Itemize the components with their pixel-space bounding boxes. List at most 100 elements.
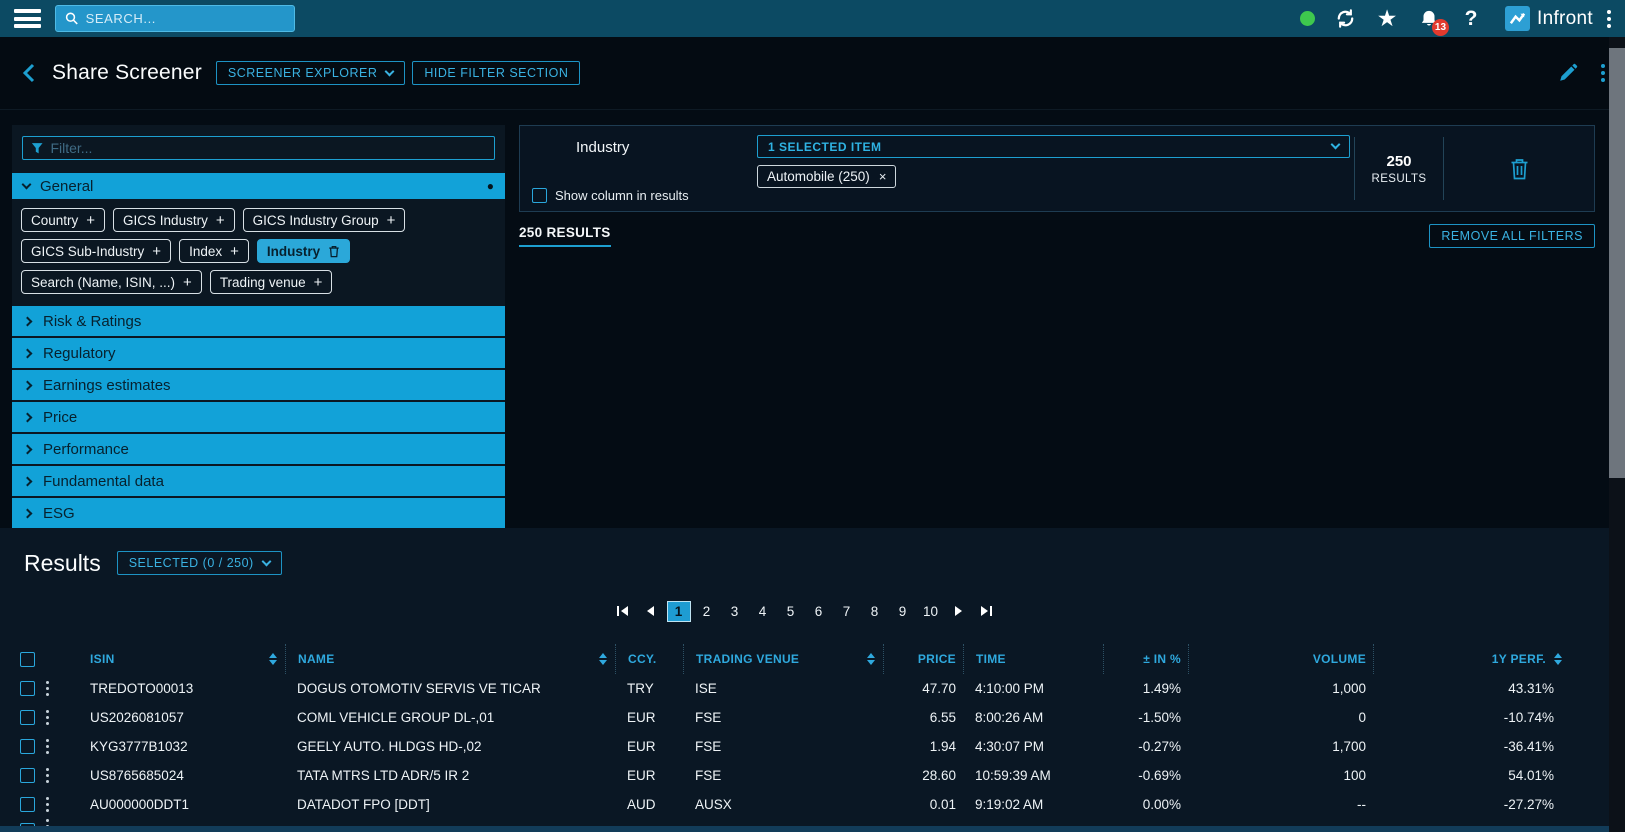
chip-trading-venue[interactable]: Trading venue+ — [210, 270, 333, 294]
accordion-esg[interactable]: ESG — [12, 498, 505, 528]
show-column-checkbox[interactable] — [532, 188, 547, 203]
filter-section: General ● Country+ GICS Industry+ GICS I… — [0, 110, 1609, 528]
column-header-name[interactable]: NAME — [285, 644, 615, 674]
favorites-star-icon[interactable]: ★ — [1373, 5, 1401, 33]
add-icon: + — [183, 275, 192, 290]
select-all-checkbox[interactable] — [20, 652, 35, 667]
row-menu-icon[interactable] — [46, 797, 49, 812]
column-header-volume[interactable]: VOLUME — [1188, 644, 1373, 674]
add-icon: + — [314, 275, 323, 290]
filter-name-label: Industry — [532, 135, 757, 188]
page-title-bar: Share Screener SCREENER EXPLORER HIDE FI… — [0, 37, 1625, 110]
hide-filter-section-button[interactable]: HIDE FILTER SECTION — [412, 61, 580, 85]
column-header-change[interactable]: ± IN % — [1103, 644, 1188, 674]
sort-icon — [269, 653, 277, 665]
table-row[interactable]: US2026081057 COML VEHICLE GROUP DL-,01 E… — [12, 703, 1609, 732]
last-page-button[interactable] — [975, 601, 999, 622]
chevron-right-icon — [23, 316, 33, 326]
column-header-trading-venue[interactable]: TRADING VENUE — [683, 644, 883, 674]
industry-filter-card: Industry 1 SELECTED ITEM Automobile (250… — [519, 125, 1595, 212]
selected-value-chip[interactable]: Automobile (250) × — [757, 165, 896, 188]
table-row[interactable]: KYG3777B1032 GEELY AUTO. HLDGS HD-,02 EU… — [12, 732, 1609, 761]
chip-gics-sub-industry[interactable]: GICS Sub-Industry+ — [21, 239, 171, 263]
help-icon[interactable]: ? — [1457, 5, 1485, 33]
edit-pencil-icon[interactable] — [1557, 62, 1579, 84]
accordion-risk-ratings[interactable]: Risk & Ratings — [12, 306, 505, 336]
chip-search-name-isin[interactable]: Search (Name, ISIN, ...)+ — [21, 270, 202, 294]
horizontal-scrollbar[interactable] — [0, 826, 1609, 832]
category-filter-input[interactable] — [50, 140, 486, 156]
results-count-link[interactable]: 250 RESULTS — [519, 225, 611, 247]
table-row[interactable]: TREDOTO00013 DOGUS OTOMOTIV SERVIS VE TI… — [12, 674, 1609, 703]
row-checkbox[interactable] — [20, 710, 35, 725]
menu-icon[interactable] — [14, 9, 41, 28]
next-page-button[interactable] — [947, 601, 971, 622]
column-header-isin[interactable]: ISIN — [70, 644, 285, 674]
accordion-fundamental-data[interactable]: Fundamental data — [12, 466, 505, 496]
remove-all-filters-button[interactable]: REMOVE ALL FILTERS — [1429, 224, 1595, 248]
page-button-10[interactable]: 10 — [919, 601, 943, 622]
page-button-3[interactable]: 3 — [723, 601, 747, 622]
search-input[interactable] — [86, 11, 285, 26]
first-page-button[interactable] — [611, 601, 635, 622]
row-menu-icon[interactable] — [46, 710, 49, 725]
filter-categories-panel: General ● Country+ GICS Industry+ GICS I… — [12, 125, 505, 515]
remove-chip-icon[interactable]: × — [879, 169, 887, 184]
accordion-regulatory[interactable]: Regulatory — [12, 338, 505, 368]
accordion-performance[interactable]: Performance — [12, 434, 505, 464]
sort-icon — [599, 653, 607, 665]
back-icon[interactable] — [20, 62, 38, 84]
notifications-bell-icon[interactable]: 13 — [1415, 5, 1443, 33]
row-checkbox[interactable] — [20, 739, 35, 754]
vertical-scrollbar-track[interactable] — [1609, 37, 1625, 832]
delete-filter-button[interactable] — [1444, 126, 1594, 211]
row-checkbox[interactable] — [20, 768, 35, 783]
row-menu-icon[interactable] — [46, 768, 49, 783]
column-header-1y-perf[interactable]: 1Y PERF. — [1373, 644, 1609, 674]
trash-icon[interactable] — [328, 245, 340, 258]
page-button-9[interactable]: 9 — [891, 601, 915, 622]
page-button-7[interactable]: 7 — [835, 601, 859, 622]
page-overflow-menu-icon[interactable] — [1601, 64, 1605, 82]
first-page-icon — [621, 606, 628, 616]
chip-index[interactable]: Index+ — [179, 239, 249, 263]
next-page-icon — [955, 606, 962, 616]
row-menu-icon[interactable] — [46, 681, 49, 696]
row-checkbox[interactable] — [20, 681, 35, 696]
global-search[interactable] — [55, 5, 295, 32]
topbar-overflow-menu-icon[interactable] — [1607, 10, 1611, 28]
pagination: 1 2 3 4 5 6 7 8 9 10 — [0, 600, 1609, 622]
chip-industry-selected[interactable]: Industry — [257, 239, 350, 263]
selected-rows-dropdown[interactable]: SELECTED (0 / 250) — [117, 551, 282, 575]
accordion-price[interactable]: Price — [12, 402, 505, 432]
table-row[interactable]: US8765685024 TATA MTRS LTD ADR/5 IR 2 EU… — [12, 761, 1609, 790]
page-button-1[interactable]: 1 — [667, 601, 691, 622]
chip-gics-industry[interactable]: GICS Industry+ — [113, 208, 235, 232]
page-button-6[interactable]: 6 — [807, 601, 831, 622]
screener-explorer-button[interactable]: SCREENER EXPLORER — [216, 61, 406, 85]
column-header-price[interactable]: PRICE — [883, 644, 963, 674]
row-checkbox[interactable] — [20, 797, 35, 812]
accordion-earnings-estimates[interactable]: Earnings estimates — [12, 370, 505, 400]
filter-result-count: 250 RESULTS — [1354, 137, 1444, 200]
page-button-8[interactable]: 8 — [863, 601, 887, 622]
page-button-4[interactable]: 4 — [751, 601, 775, 622]
category-filter-field[interactable] — [22, 136, 495, 160]
row-menu-icon[interactable] — [46, 739, 49, 754]
prev-page-button[interactable] — [639, 601, 663, 622]
page-title: Share Screener — [52, 61, 202, 85]
chip-country[interactable]: Country+ — [21, 208, 105, 232]
industry-select-dropdown[interactable]: 1 SELECTED ITEM — [757, 135, 1350, 158]
chevron-right-icon — [23, 412, 33, 422]
chip-gics-industry-group[interactable]: GICS Industry Group+ — [243, 208, 406, 232]
refresh-icon[interactable] — [1331, 5, 1359, 33]
column-header-time[interactable]: TIME — [963, 644, 1103, 674]
accordion-general[interactable]: General ● — [12, 173, 505, 199]
vertical-scrollbar-thumb[interactable] — [1609, 48, 1625, 478]
results-title: Results — [24, 550, 101, 577]
page-button-5[interactable]: 5 — [779, 601, 803, 622]
connection-status-icon — [1300, 11, 1315, 26]
page-button-2[interactable]: 2 — [695, 601, 719, 622]
table-row[interactable]: AU000000DDT1 DATADOT FPO [DDT] AUD AUSX … — [12, 790, 1609, 819]
column-header-ccy[interactable]: CCY. — [615, 644, 683, 674]
